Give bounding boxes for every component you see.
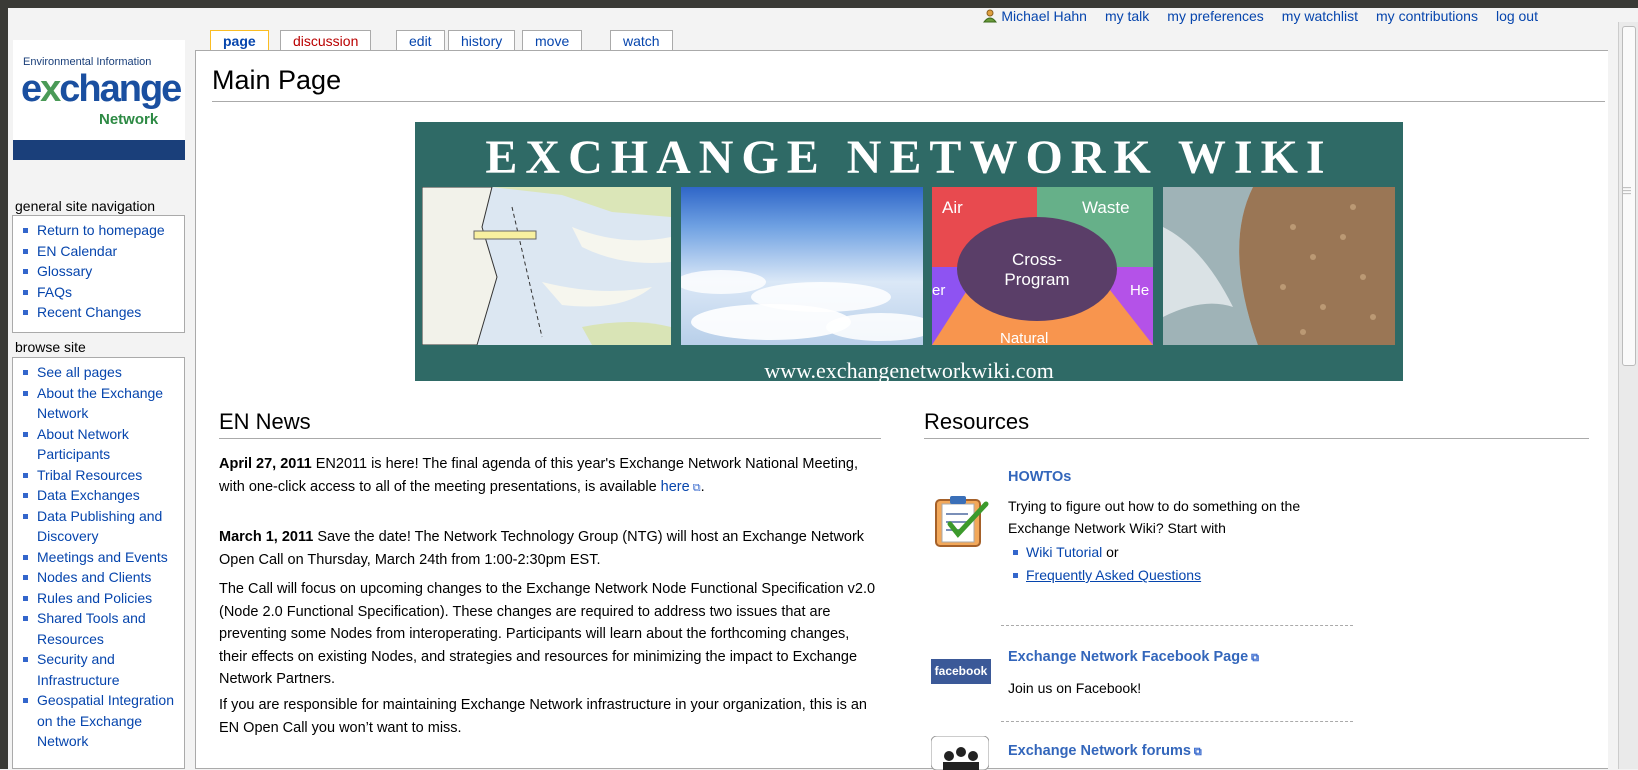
banner-beach-image: [1163, 187, 1395, 345]
tab-page[interactable]: page: [210, 30, 269, 52]
news-divider: [219, 438, 881, 439]
wiki-banner[interactable]: EXCHANGE NETWORK WIKI Air Waste er He Cr…: [415, 122, 1403, 383]
sidebar-item-shared-tools[interactable]: Shared Tools and Resources: [23, 608, 178, 649]
howto-title[interactable]: HOWTOs: [1008, 469, 1071, 485]
pie-center: [957, 217, 1117, 321]
resources-divider: [924, 438, 1589, 439]
log-out-link[interactable]: log out: [1496, 8, 1538, 24]
banner-title: EXCHANGE NETWORK WIKI: [485, 131, 1333, 184]
sidebar-item-glossary[interactable]: Glossary: [23, 261, 178, 282]
nav-portlet: Return to homepage EN Calendar Glossary …: [12, 215, 185, 333]
howto-link-item-1: Wiki Tutorial or: [1011, 541, 1201, 564]
sidebar-item-all-pages[interactable]: See all pages: [23, 362, 178, 383]
news-here-link[interactable]: here: [661, 479, 690, 495]
news-item-1: April 27, 2011 EN2011 is here! The final…: [219, 456, 858, 495]
my-contributions-link[interactable]: my contributions: [1376, 8, 1478, 24]
resource-divider-1: [1001, 625, 1353, 626]
logo-line3: Network: [99, 111, 159, 128]
banner-cross-program-image: Air Waste er He Cross-Program Natural: [932, 187, 1153, 345]
howto-link-item-2: Frequently Asked Questions: [1011, 564, 1201, 587]
external-link-icon: ⧉: [1251, 652, 1259, 664]
browse-portlet: See all pages About the Exchange Network…: [12, 357, 185, 769]
logo-bar: [13, 140, 185, 160]
vertical-scrollbar[interactable]: — — —: [1618, 22, 1638, 769]
user-name: Michael Hahn: [1001, 8, 1087, 24]
sidebar-item-about-exchange[interactable]: About the Exchange Network: [23, 383, 178, 424]
facebook-link[interactable]: Exchange Network Facebook Page ⧉: [1008, 649, 1259, 665]
howto-text: Trying to figure out how to do something…: [1008, 498, 1301, 536]
banner-map-image: [422, 187, 671, 345]
sidebar-item-recent-changes[interactable]: Recent Changes: [23, 302, 178, 323]
sidebar-item-security[interactable]: Security and Infrastructure: [23, 649, 178, 690]
tab-edit[interactable]: edit: [396, 30, 445, 50]
facebook-text: Join us on Facebook!: [1008, 680, 1142, 696]
title-divider: [212, 101, 1605, 102]
sidebar-item-meetings[interactable]: Meetings and Events: [23, 547, 178, 568]
external-link-icon: ⧉: [1193, 746, 1202, 758]
tab-move[interactable]: move: [522, 30, 583, 50]
news-item-2: March 1, 2011 Save the date! The Network…: [219, 529, 865, 568]
resources-heading: Resources: [924, 409, 1030, 434]
external-link-icon: ⧉: [692, 481, 701, 494]
pie-label-center: Cross-Program: [1004, 250, 1069, 289]
pie-label-bottom: Natural: [1000, 330, 1048, 345]
forums-people-icon: [931, 736, 989, 770]
news-item-2-date: March 1, 2011: [219, 529, 314, 545]
sidebar-item-homepage[interactable]: Return to homepage: [23, 220, 178, 241]
news-item-3: The Call will focus on upcoming changes …: [219, 581, 876, 687]
tab-history[interactable]: history: [448, 30, 516, 50]
my-talk-link[interactable]: my talk: [1105, 8, 1149, 24]
user-icon: [983, 9, 998, 23]
resource-divider-2: [1001, 721, 1353, 722]
scrollbar-grip-icon: — — —: [1623, 183, 1631, 198]
user-link[interactable]: Michael Hahn: [983, 8, 1087, 24]
facebook-icon: facebook: [931, 659, 991, 684]
tab-watch[interactable]: watch: [610, 30, 673, 50]
pie-label-air: Air: [942, 198, 963, 217]
site-logo[interactable]: Environmental Information exchange Netwo…: [13, 40, 185, 160]
sidebar-item-geospatial[interactable]: Geospatial Integration on the Exchange N…: [23, 690, 178, 752]
banner-url: www.exchangenetworkwiki.com: [764, 358, 1054, 383]
wiki-tutorial-link[interactable]: Wiki Tutorial: [1026, 544, 1102, 560]
logo-line1: Environmental Information: [23, 56, 152, 68]
sidebar-item-data-exchanges[interactable]: Data Exchanges: [23, 485, 178, 506]
sidebar-item-faqs[interactable]: FAQs: [23, 282, 178, 303]
nav-portlet-title: general site navigation: [15, 198, 156, 214]
news-item-1-date: April 27, 2011: [219, 456, 312, 472]
content-area: Main Page EXCHANGE NETWORK WIKI Air Wast…: [195, 50, 1608, 770]
my-preferences-link[interactable]: my preferences: [1167, 8, 1263, 24]
sidebar-item-tribal[interactable]: Tribal Resources: [23, 465, 178, 486]
sidebar-item-calendar[interactable]: EN Calendar: [23, 241, 178, 262]
my-watchlist-link[interactable]: my watchlist: [1282, 8, 1358, 24]
page-title: Main Page: [212, 65, 342, 95]
news-item-4: If you are responsible for maintaining E…: [219, 697, 867, 736]
window-top-edge: [0, 0, 1638, 8]
window-left-edge: [0, 0, 8, 769]
tab-discussion[interactable]: discussion: [280, 30, 372, 50]
forums-link[interactable]: Exchange Network forums ⧉: [1008, 743, 1202, 759]
logo-wordmark: exchange: [21, 68, 182, 110]
news-heading: EN News: [219, 409, 311, 434]
pie-label-right: He: [1130, 282, 1149, 299]
sidebar-item-nodes[interactable]: Nodes and Clients: [23, 567, 178, 588]
browse-portlet-title: browse site: [15, 339, 86, 355]
personal-tools: Michael Hahn my talk my preferences my w…: [983, 8, 1538, 24]
pie-label-left: er: [932, 282, 945, 299]
sidebar-item-about-participants[interactable]: About Network Participants: [23, 424, 178, 465]
sidebar-item-rules[interactable]: Rules and Policies: [23, 588, 178, 609]
pie-label-waste: Waste: [1082, 198, 1130, 217]
howto-links: Wiki Tutorial or Frequently Asked Questi…: [1011, 541, 1201, 587]
sidebar-item-data-publishing[interactable]: Data Publishing and Discovery: [23, 506, 178, 547]
banner-sky-image: [681, 187, 923, 345]
clipboard-check-icon: [935, 496, 989, 547]
faq-link[interactable]: Frequently Asked Questions: [1026, 567, 1201, 583]
